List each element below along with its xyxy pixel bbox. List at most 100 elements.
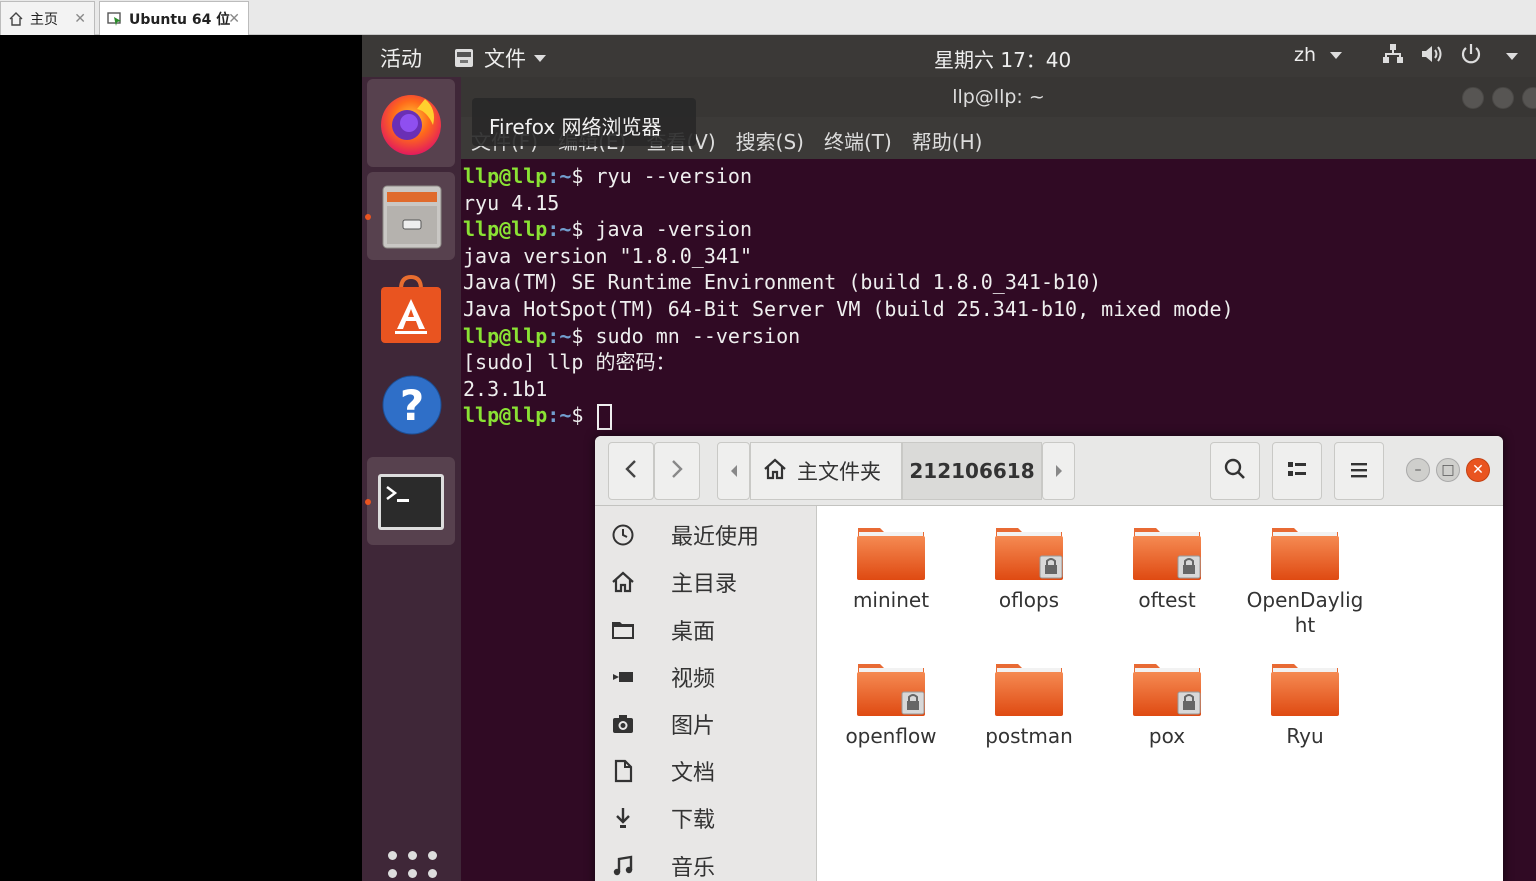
prompt-user: llp@llp — [463, 217, 548, 242]
svg-text:?: ? — [400, 381, 424, 430]
running-indicator — [365, 214, 371, 220]
prompt-symbol: $ — [571, 164, 596, 188]
chevron-right-icon — [670, 459, 684, 484]
power-icon — [1460, 43, 1482, 70]
ubuntu-desktop: 活动 文件 星期六 17：40 zh ? llp@llp: ~ 搜索(S) 终端… — [362, 35, 1536, 881]
running-indicator — [365, 499, 371, 505]
lock-icon — [1039, 555, 1063, 579]
folder-name: openflow — [845, 724, 937, 748]
system-menu[interactable] — [1382, 43, 1518, 70]
menu-help[interactable]: 帮助(H) — [912, 126, 983, 159]
search-icon — [1224, 458, 1246, 485]
hamburger-icon — [1350, 459, 1368, 483]
files-window[interactable]: 主文件夹 212106618 – □ ✕ 最近使用 主目录 桌面 视频 图片 文… — [595, 436, 1503, 881]
view-toggle-button[interactable] — [1272, 442, 1322, 500]
folder-item[interactable]: Ryu — [1245, 660, 1365, 749]
host-tab-bar: 主页 ✕ Ubuntu 64 位 ✕ — [0, 0, 1536, 35]
app-menu-label: 文件 — [484, 47, 526, 71]
folder-item[interactable]: OpenDaylig ht — [1245, 524, 1365, 638]
music-icon — [611, 854, 635, 878]
folder-name: oflops — [998, 588, 1060, 612]
path-scroll-left[interactable] — [717, 442, 750, 500]
folder-icon — [857, 528, 925, 580]
folder-item[interactable]: oftest — [1107, 524, 1227, 613]
path-scroll-right[interactable] — [1042, 442, 1075, 500]
terminal-command-line: llp@llp:~$ sudo mn --version — [463, 323, 1234, 350]
dock-help[interactable]: ? — [367, 362, 455, 450]
maximize-button[interactable]: □ — [1436, 458, 1460, 482]
close-button[interactable] — [1522, 87, 1536, 109]
maximize-button[interactable] — [1492, 87, 1514, 109]
input-method-menu[interactable]: zh — [1294, 44, 1343, 66]
sidebar-item-home[interactable]: 主目录 — [595, 558, 817, 605]
folder-icon — [1133, 528, 1201, 580]
breadcrumb-home[interactable]: 主文件夹 — [750, 442, 902, 500]
chevron-down-icon — [1506, 53, 1518, 60]
clock-icon — [611, 523, 635, 547]
sidebar-item-label: 文档 — [671, 760, 716, 786]
app-menu[interactable]: 文件 — [454, 43, 546, 73]
clock[interactable]: 星期六 17：40 — [934, 44, 1071, 73]
terminal-output[interactable]: llp@llp:~$ ryu --version ryu 4.15 llp@llp:… — [463, 163, 1234, 430]
breadcrumb-current[interactable]: 212106618 — [902, 442, 1042, 500]
folder-name: Ryu — [1286, 724, 1324, 748]
prompt-path: :~ — [547, 403, 572, 428]
folder-icon — [611, 618, 635, 642]
dock-files[interactable] — [365, 172, 455, 260]
close-button[interactable]: ✕ — [1466, 458, 1490, 482]
folder-icon — [1271, 664, 1339, 716]
prompt-symbol: $ — [571, 403, 596, 428]
menu-terminal[interactable]: 终端(T) — [824, 126, 892, 159]
back-button[interactable] — [608, 442, 654, 500]
command-text: sudo mn --version — [595, 323, 801, 348]
terminal-icon — [377, 473, 445, 535]
forward-button[interactable] — [654, 442, 700, 500]
activities-button[interactable]: 活动 — [380, 43, 422, 73]
text-cursor — [597, 403, 613, 430]
prompt-symbol: $ — [571, 323, 596, 348]
sidebar-item-label: 下载 — [671, 807, 716, 833]
search-button[interactable] — [1210, 442, 1260, 500]
folder-item[interactable]: pox — [1107, 660, 1227, 749]
prompt-path: :~ — [547, 217, 572, 242]
folder-item[interactable]: postman — [969, 660, 1089, 749]
folder-item[interactable]: openflow — [831, 660, 951, 749]
document-icon — [611, 759, 635, 783]
help-icon: ? — [381, 374, 443, 440]
sidebar-item-videos[interactable]: 视频 — [595, 653, 817, 700]
sidebar-item-downloads[interactable]: 下载 — [595, 794, 817, 841]
folder-name: pox — [1148, 724, 1186, 748]
terminal-output-line: [sudo] llp 的密码： — [463, 350, 676, 375]
sidebar-item-music[interactable]: 音乐 — [595, 842, 817, 881]
sidebar-item-pictures[interactable]: 图片 — [595, 700, 817, 747]
tab-home[interactable]: 主页 ✕ — [0, 1, 95, 35]
dock-terminal[interactable] — [365, 457, 455, 545]
menu-button[interactable] — [1334, 442, 1384, 500]
command-text: java -version — [595, 217, 753, 242]
close-icon[interactable]: ✕ — [228, 11, 240, 27]
sidebar-item-documents[interactable]: 文档 — [595, 747, 817, 794]
close-icon[interactable]: ✕ — [74, 11, 86, 27]
lock-icon — [1177, 555, 1201, 579]
volume-icon — [1420, 43, 1444, 70]
minimize-button[interactable]: – — [1406, 458, 1430, 482]
menu-search[interactable]: 搜索(S) — [736, 126, 804, 159]
folder-icon — [1271, 528, 1339, 580]
dock: ? — [362, 77, 461, 881]
folder-item[interactable]: oflops — [969, 524, 1089, 613]
dock-software[interactable] — [367, 267, 455, 355]
tab-ubuntu[interactable]: Ubuntu 64 位 ✕ — [99, 1, 249, 35]
triangle-right-icon — [1054, 459, 1064, 483]
folder-grid: mininet oflops oftest OpenDaylig ht openflow… — [817, 506, 1503, 881]
window-controls: – □ ✕ — [1406, 458, 1490, 482]
gnome-top-bar: 活动 文件 星期六 17：40 zh — [362, 35, 1536, 77]
terminal-output-line: ryu 4.15 — [463, 190, 560, 215]
folder-item[interactable]: mininet — [831, 524, 951, 613]
dock-firefox[interactable] — [367, 79, 455, 167]
minimize-button[interactable] — [1462, 87, 1484, 109]
terminal-command-line: llp@llp:~$ ryu --version — [463, 163, 1234, 190]
sidebar-item-desktop[interactable]: 桌面 — [595, 606, 817, 653]
sidebar-item-recent[interactable]: 最近使用 — [595, 511, 817, 558]
software-center-icon — [379, 274, 443, 349]
show-applications-icon[interactable] — [388, 851, 438, 881]
